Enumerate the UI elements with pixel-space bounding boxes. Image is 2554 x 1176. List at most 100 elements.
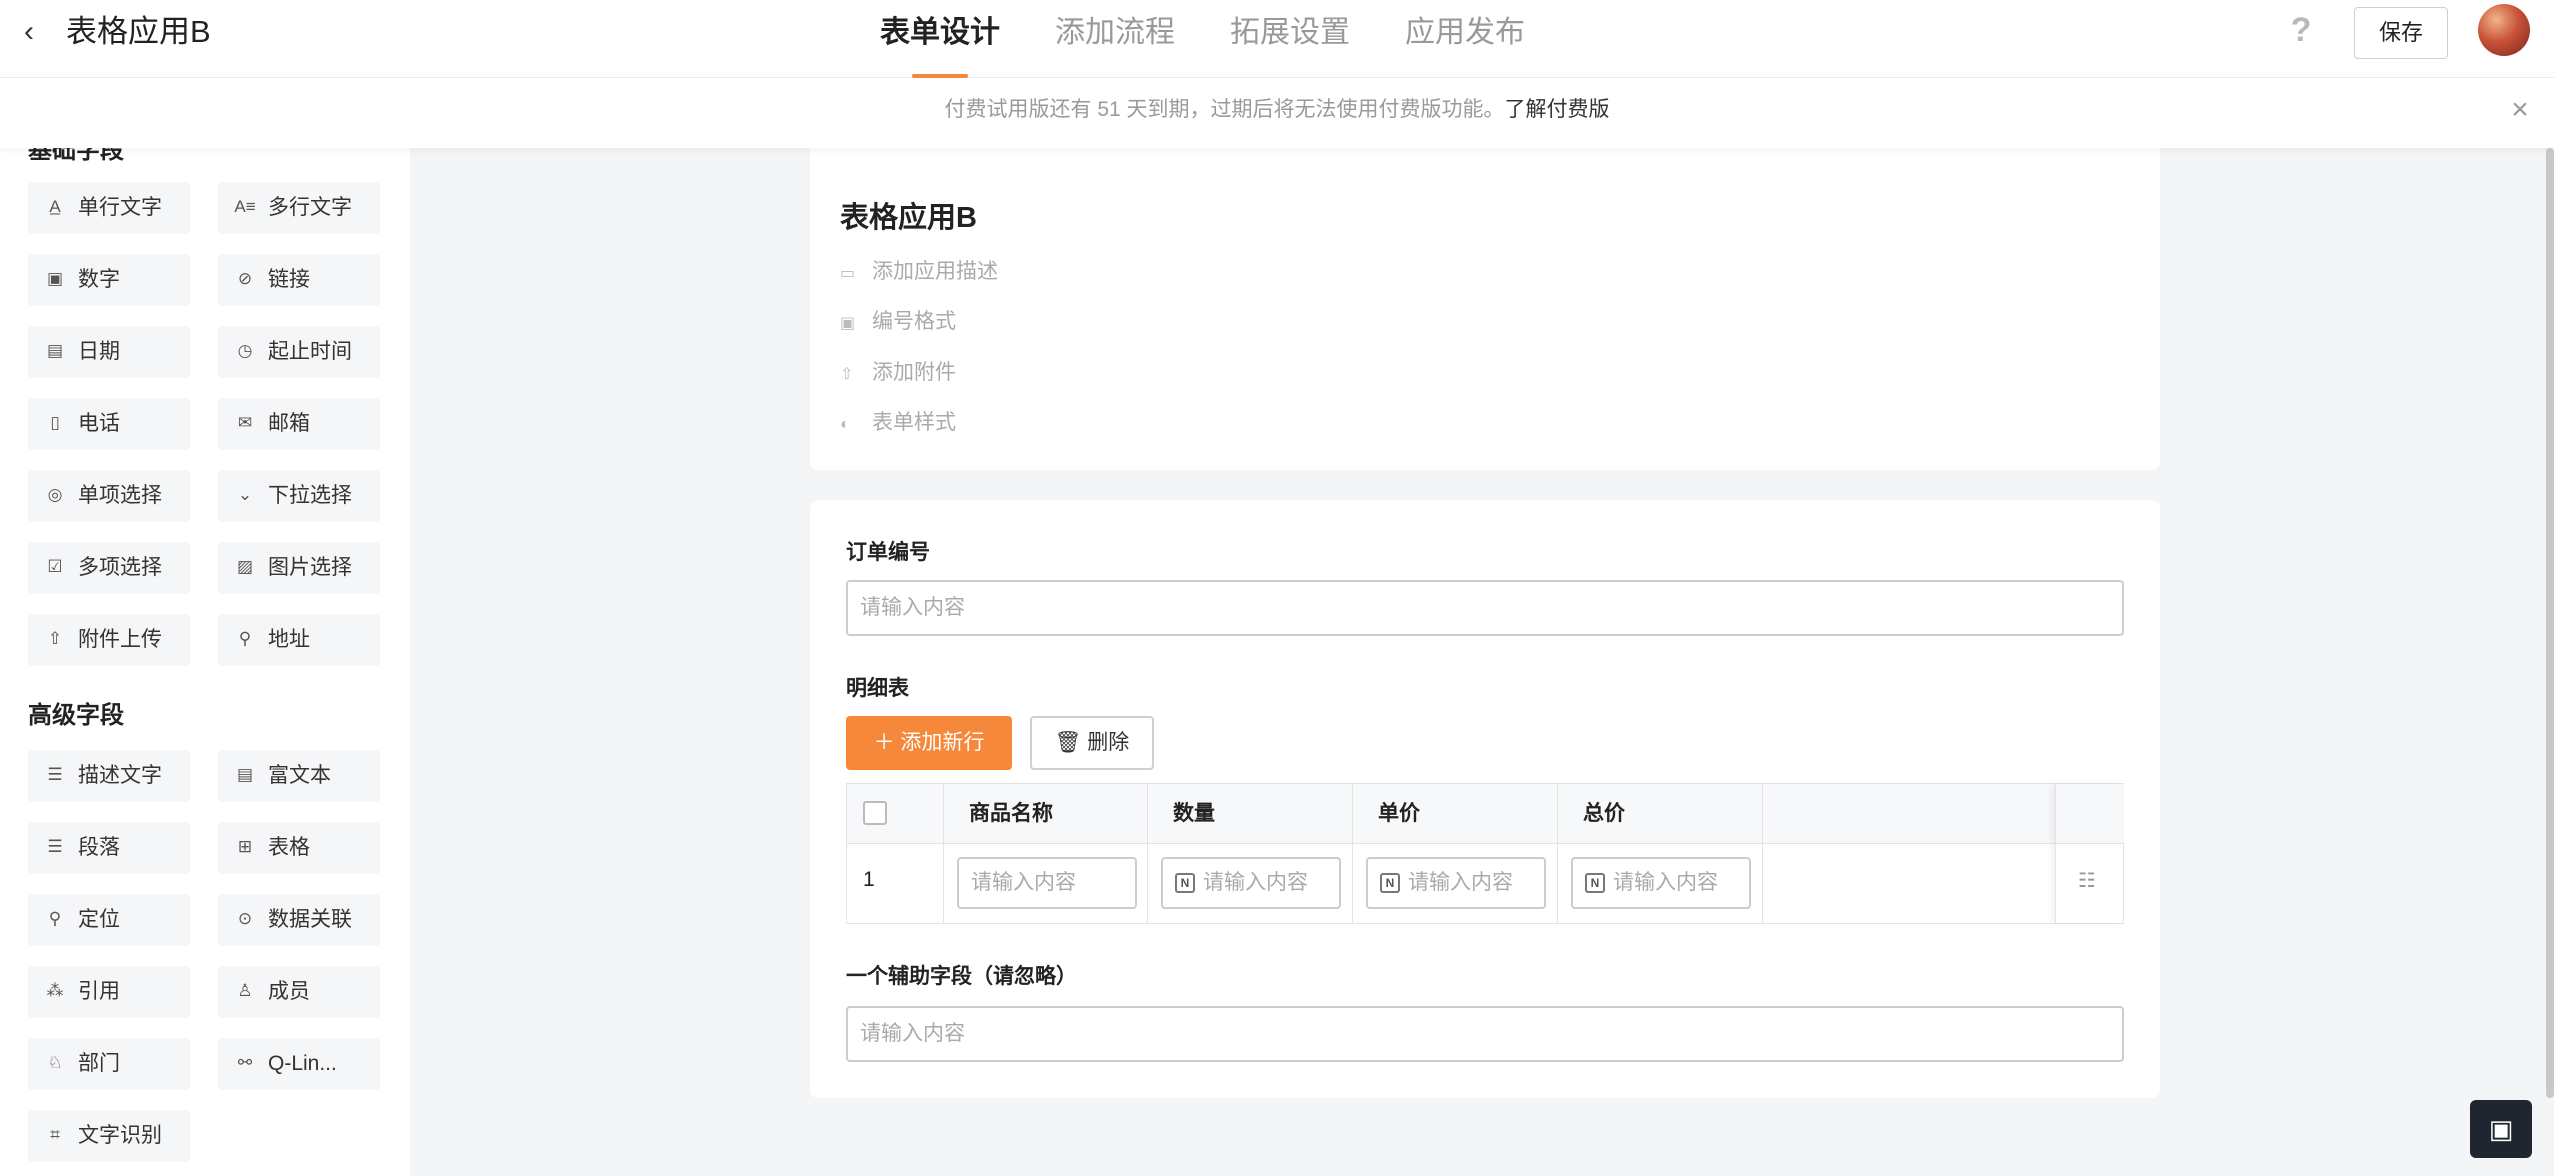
help-icon[interactable]: ? bbox=[2286, 10, 2316, 50]
single-line-text-icon: A̲ bbox=[49, 197, 61, 216]
field-date[interactable]: ▤ 日期 bbox=[28, 326, 190, 378]
tab-app-publish[interactable]: 应用发布 bbox=[1405, 0, 1525, 78]
number-format-link[interactable]: ▣ 编号格式 bbox=[840, 305, 956, 335]
dropdown-icon: ⌄ bbox=[237, 485, 253, 504]
paragraph-icon: ☰ bbox=[47, 837, 63, 856]
avatar[interactable] bbox=[2478, 4, 2530, 56]
calendar-icon: ▤ bbox=[46, 341, 64, 360]
field-time-range[interactable]: ◷ 起止时间 bbox=[218, 326, 380, 378]
advanced-fields-title: 高级字段 bbox=[28, 702, 124, 729]
link-icon: ⊘ bbox=[237, 269, 253, 288]
column-total-price: 总价 bbox=[1583, 802, 1625, 825]
trial-notice-bar: 付费试用版还有 51 天到期，过期后将无法使用付费版功能。了解付费版 × bbox=[0, 78, 2554, 148]
q-link-icon: ⚯ bbox=[237, 1053, 253, 1072]
quantity-input[interactable]: N 请输入内容 bbox=[1161, 857, 1341, 909]
trash-icon: 🗑 bbox=[1054, 731, 1082, 754]
detail-table: 商品名称 数量 单价 总价 1 请输入内容 N 请输入内容 N 请输入内容 N 请输入… bbox=[846, 783, 2124, 924]
field-attachment-upload[interactable]: ⇧ 附件上传 bbox=[28, 614, 190, 666]
page-scrollbar[interactable] bbox=[2546, 148, 2554, 1098]
field-ocr[interactable]: ⌗ 文字识别 bbox=[28, 1110, 190, 1162]
field-location[interactable]: ⚲ 定位 bbox=[28, 894, 190, 946]
field-single-line-text[interactable]: A̲ 单行文字 bbox=[28, 182, 190, 234]
field-table[interactable]: ⊞ 表格 bbox=[218, 822, 380, 874]
order-number-input[interactable]: 请输入内容 bbox=[846, 580, 2124, 636]
number-icon: N bbox=[1380, 873, 1400, 894]
palette-icon: ◐ bbox=[840, 416, 850, 433]
number-icon: N bbox=[1585, 873, 1605, 894]
field-multi-line-text[interactable]: A≡ 多行文字 bbox=[218, 182, 380, 234]
field-rich-text[interactable]: ▤ 富文本 bbox=[218, 750, 380, 802]
delete-button[interactable]: 🗑 删除 bbox=[1030, 716, 1154, 770]
field-multi-choice[interactable]: ☑ 多项选择 bbox=[28, 542, 190, 594]
rich-text-icon: ▤ bbox=[236, 765, 254, 784]
aux-field-input[interactable]: 请输入内容 bbox=[846, 1006, 2124, 1062]
image-icon: ▨ bbox=[236, 557, 254, 576]
number-icon: N bbox=[1175, 873, 1195, 894]
row-number: 1 bbox=[863, 868, 875, 891]
field-department[interactable]: ♘ 部门 bbox=[28, 1038, 190, 1090]
tab-form-design[interactable]: 表单设计 bbox=[880, 0, 1000, 78]
field-dropdown[interactable]: ⌄ 下拉选择 bbox=[218, 470, 380, 522]
field-address[interactable]: ⚲ 地址 bbox=[218, 614, 380, 666]
detail-table-label: 明细表 bbox=[846, 677, 909, 700]
attachment-icon: ⇧ bbox=[840, 366, 854, 383]
field-reference[interactable]: ⁂ 引用 bbox=[28, 966, 190, 1018]
field-paragraph[interactable]: ☰ 段落 bbox=[28, 822, 190, 874]
chat-icon[interactable]: ▣ bbox=[2470, 1100, 2532, 1158]
back-arrow-icon[interactable]: ‹ bbox=[24, 14, 54, 50]
row-action-column: ☷ bbox=[2055, 784, 2124, 923]
product-name-input[interactable]: 请输入内容 bbox=[957, 857, 1137, 909]
basic-fields-title: 基础字段 bbox=[28, 148, 124, 164]
field-link[interactable]: ⊘ 链接 bbox=[218, 254, 380, 306]
field-number[interactable]: ▣ 数字 bbox=[28, 254, 190, 306]
form-header-card: 表格应用B ▭ 添加应用描述 ▣ 编号格式 ⇧ 添加附件 ◐ 表单样式 bbox=[810, 140, 2160, 470]
aux-field-label: 一个辅助字段（请忽略） bbox=[846, 965, 1077, 988]
field-single-choice[interactable]: ◎ 单项选择 bbox=[28, 470, 190, 522]
address-icon: ⚲ bbox=[238, 629, 252, 648]
trial-notice-text: 付费试用版还有 51 天到期，过期后将无法使用付费版功能。 bbox=[944, 98, 1505, 121]
form-style-link[interactable]: ◐ 表单样式 bbox=[840, 406, 956, 436]
field-description-text[interactable]: ☰ 描述文字 bbox=[28, 750, 190, 802]
radio-icon: ◎ bbox=[47, 485, 63, 504]
field-member[interactable]: ♙ 成员 bbox=[218, 966, 380, 1018]
description-icon: ☰ bbox=[47, 765, 63, 784]
field-phone[interactable]: ▯ 电话 bbox=[28, 398, 190, 450]
tab-add-process[interactable]: 添加流程 bbox=[1055, 0, 1175, 78]
time-range-icon: ◷ bbox=[237, 341, 253, 360]
form-title[interactable]: 表格应用B bbox=[840, 194, 977, 236]
member-icon: ♙ bbox=[237, 981, 253, 1000]
data-link-icon: ⊙ bbox=[237, 909, 253, 928]
table-icon: ⊞ bbox=[237, 837, 253, 856]
unit-price-input[interactable]: N 请输入内容 bbox=[1366, 857, 1546, 909]
column-quantity: 数量 bbox=[1173, 802, 1215, 825]
location-icon: ⚲ bbox=[48, 909, 62, 928]
top-header: ‹ 表格应用B 表单设计 添加流程 拓展设置 应用发布 ? 保存 bbox=[0, 0, 2554, 78]
add-row-button[interactable]: ＋ 添加新行 bbox=[846, 716, 1012, 770]
select-all-checkbox[interactable] bbox=[863, 801, 887, 825]
phone-icon: ▯ bbox=[50, 413, 60, 432]
save-button[interactable]: 保存 bbox=[2354, 7, 2448, 59]
row-menu-icon[interactable]: ☷ bbox=[2078, 869, 2102, 893]
department-icon: ♘ bbox=[47, 1053, 63, 1072]
field-palette-sidebar: 基础字段 A̲ 单行文字 A≡ 多行文字 ▣ 数字 ⊘ 链接 ▤ 日期 ◷ 起止时间 ▯ 电话… bbox=[0, 148, 410, 1176]
field-mail[interactable]: ✉ 邮箱 bbox=[218, 398, 380, 450]
mail-icon: ✉ bbox=[237, 413, 253, 432]
column-unit-price: 单价 bbox=[1378, 802, 1420, 825]
upload-icon: ⇧ bbox=[47, 629, 63, 648]
number-icon: ▣ bbox=[46, 269, 64, 288]
learn-paid-link[interactable]: 了解付费版 bbox=[1505, 98, 1610, 121]
column-product-name: 商品名称 bbox=[969, 802, 1053, 825]
order-number-label: 订单编号 bbox=[846, 541, 930, 564]
comment-icon: ▭ bbox=[840, 265, 856, 282]
ocr-icon: ⌗ bbox=[50, 1125, 60, 1144]
tab-extension-settings[interactable]: 拓展设置 bbox=[1230, 0, 1350, 78]
field-q-link[interactable]: ⚯ Q-Lin... bbox=[218, 1038, 380, 1090]
field-data-link[interactable]: ⊙ 数据关联 bbox=[218, 894, 380, 946]
close-icon[interactable]: × bbox=[2505, 95, 2535, 125]
add-attachment-link[interactable]: ⇧ 添加附件 bbox=[840, 356, 956, 386]
add-description-link[interactable]: ▭ 添加应用描述 bbox=[840, 255, 998, 285]
total-price-input[interactable]: N 请输入内容 bbox=[1571, 857, 1751, 909]
field-image-choice[interactable]: ▨ 图片选择 bbox=[218, 542, 380, 594]
checkbox-icon: ☑ bbox=[47, 557, 63, 576]
number-format-icon: ▣ bbox=[840, 315, 856, 332]
